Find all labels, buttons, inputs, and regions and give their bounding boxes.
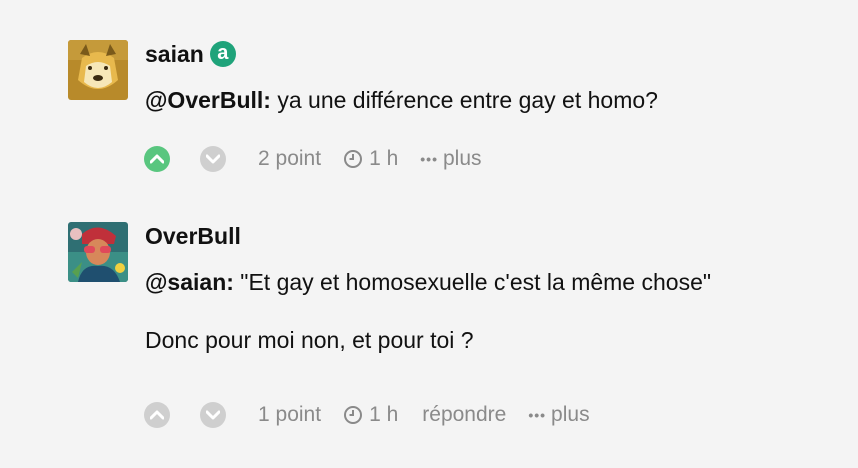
points-count: 2 point	[258, 147, 322, 170]
clock-icon	[344, 406, 363, 424]
timestamp[interactable]: 1 h	[343, 403, 398, 427]
more-button[interactable]: ••• plus	[420, 147, 481, 171]
upvote-icon	[150, 154, 164, 164]
downvote-button[interactable]	[200, 146, 226, 172]
username[interactable]: saian	[145, 40, 204, 68]
comment-paragraph: Donc pour moi non, et pour toi ?	[145, 327, 474, 353]
mention-link[interactable]: @OverBull:	[145, 87, 271, 113]
username[interactable]: OverBull	[145, 222, 241, 250]
time-label: 1 h	[369, 147, 399, 170]
comment-actions: 1 point 1 h répondre ••• plus	[144, 400, 590, 430]
points-count: 1 point	[258, 403, 322, 426]
timestamp[interactable]: 1 h	[343, 147, 398, 171]
clock-icon	[344, 150, 363, 168]
mention-link[interactable]: @saian:	[145, 269, 234, 295]
more-dots-icon: •••	[528, 407, 547, 423]
time-label: 1 h	[369, 403, 399, 426]
more-button[interactable]: ••• plus	[528, 403, 589, 427]
downvote-icon	[206, 154, 220, 164]
reply-button[interactable]: répondre	[422, 403, 506, 427]
upvote-button[interactable]	[144, 402, 170, 428]
downvote-icon	[206, 410, 220, 420]
user-badge: a	[209, 41, 236, 67]
more-dots-icon: •••	[420, 151, 438, 167]
upvote-button[interactable]	[144, 146, 170, 172]
comment-actions: 2 point 1 h ••• plus	[144, 144, 482, 174]
upvote-icon	[150, 410, 164, 420]
comment-body: ya une différence entre gay et homo?	[270, 87, 658, 113]
avatar[interactable]	[68, 222, 128, 282]
more-label: plus	[551, 403, 590, 426]
comment-text: @saian: "Et gay et homosexuelle c'est la…	[145, 268, 825, 354]
comment-body: "Et gay et homosexuelle c'est la même ch…	[233, 269, 712, 295]
avatar[interactable]	[68, 40, 128, 100]
comment-text: @OverBull: ya une différence entre gay e…	[145, 86, 825, 114]
downvote-button[interactable]	[200, 402, 226, 428]
more-label: plus	[442, 147, 482, 170]
